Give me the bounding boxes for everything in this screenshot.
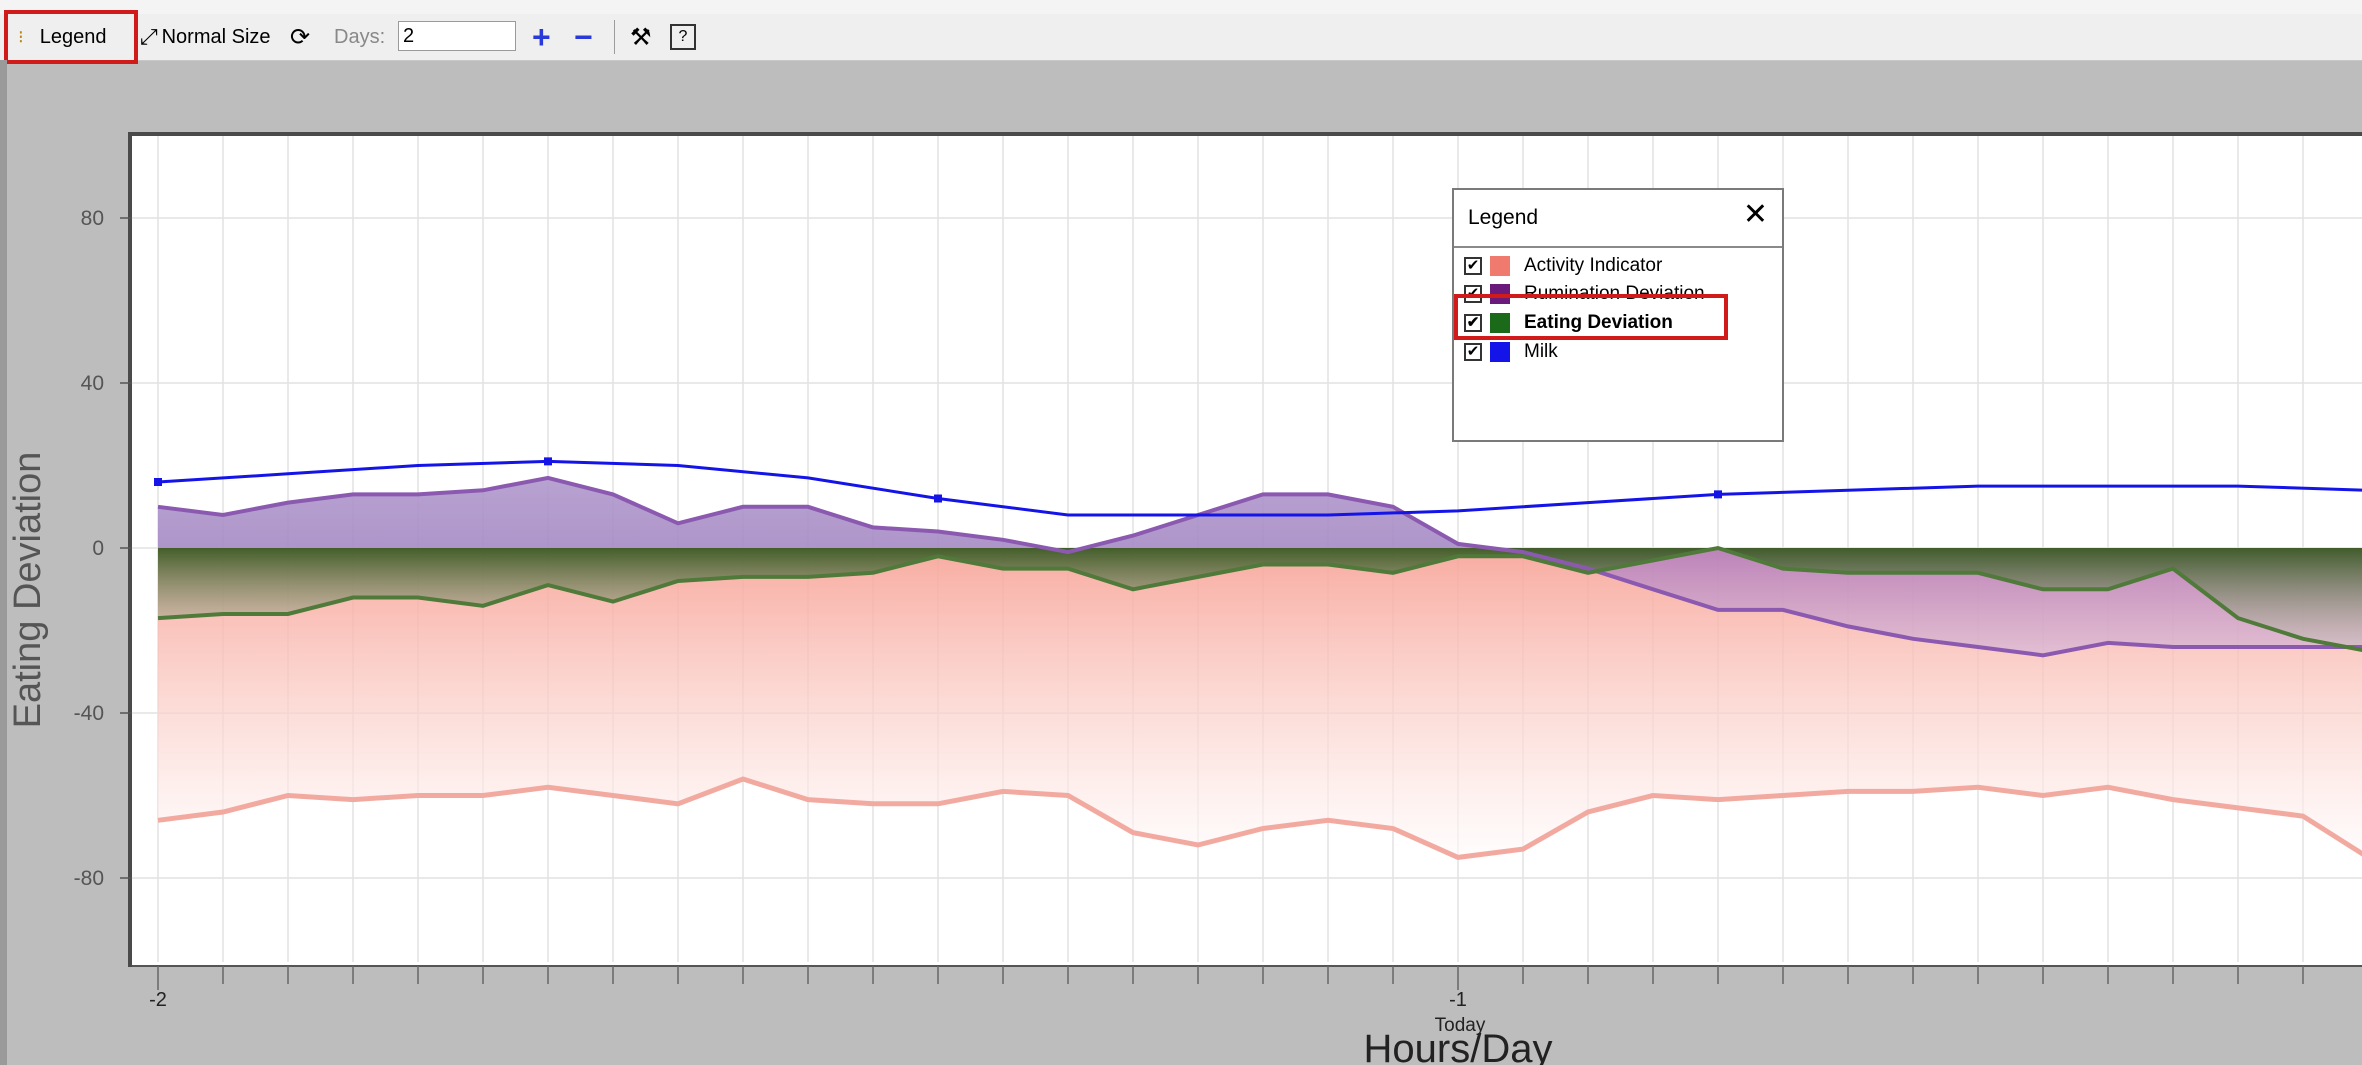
y-tick-label: 80 bbox=[81, 207, 104, 230]
legend-item-activity[interactable]: ✔ Activity Indicator bbox=[1464, 252, 1662, 280]
y-tick-label: 0 bbox=[92, 537, 104, 560]
milk-marker bbox=[1714, 490, 1722, 499]
milk-marker bbox=[154, 478, 162, 486]
legend-label-activity: Activity Indicator bbox=[1524, 255, 1663, 276]
swatch-milk bbox=[1490, 342, 1510, 362]
x-tick-label: -1 bbox=[1449, 989, 1467, 1011]
legend-header: Legend ✕ bbox=[1454, 190, 1782, 248]
checkbox-activity[interactable]: ✔ bbox=[1464, 257, 1482, 275]
series-areas bbox=[158, 477, 2362, 858]
legend-panel[interactable]: Legend ✕ ✔ Activity Indicator ✔ Ruminati… bbox=[1452, 188, 1784, 442]
y-axis-label: Eating Deviation bbox=[7, 452, 49, 729]
chart: -2 -180400-40-80 Eating Deviation Hours/D… bbox=[7, 136, 2362, 1065]
y-tick-label: 40 bbox=[81, 372, 104, 395]
legend-label-milk: Milk bbox=[1524, 341, 1558, 362]
checkbox-milk[interactable]: ✔ bbox=[1464, 343, 1482, 361]
milk-marker bbox=[934, 494, 942, 503]
today-label: Today bbox=[1435, 1015, 1486, 1036]
close-icon[interactable]: ✕ bbox=[1743, 200, 1768, 230]
legend-title: Legend bbox=[1468, 206, 1539, 229]
legend-item-milk[interactable]: ✔ Milk bbox=[1464, 338, 1558, 366]
y-tick-label: -40 bbox=[74, 702, 104, 725]
x-tick-label: -2 bbox=[149, 989, 167, 1011]
y-tick-label: -80 bbox=[74, 867, 104, 890]
swatch-activity bbox=[1490, 256, 1510, 276]
milk-marker bbox=[544, 457, 552, 466]
eating-deviation-highlight bbox=[1454, 294, 1728, 340]
